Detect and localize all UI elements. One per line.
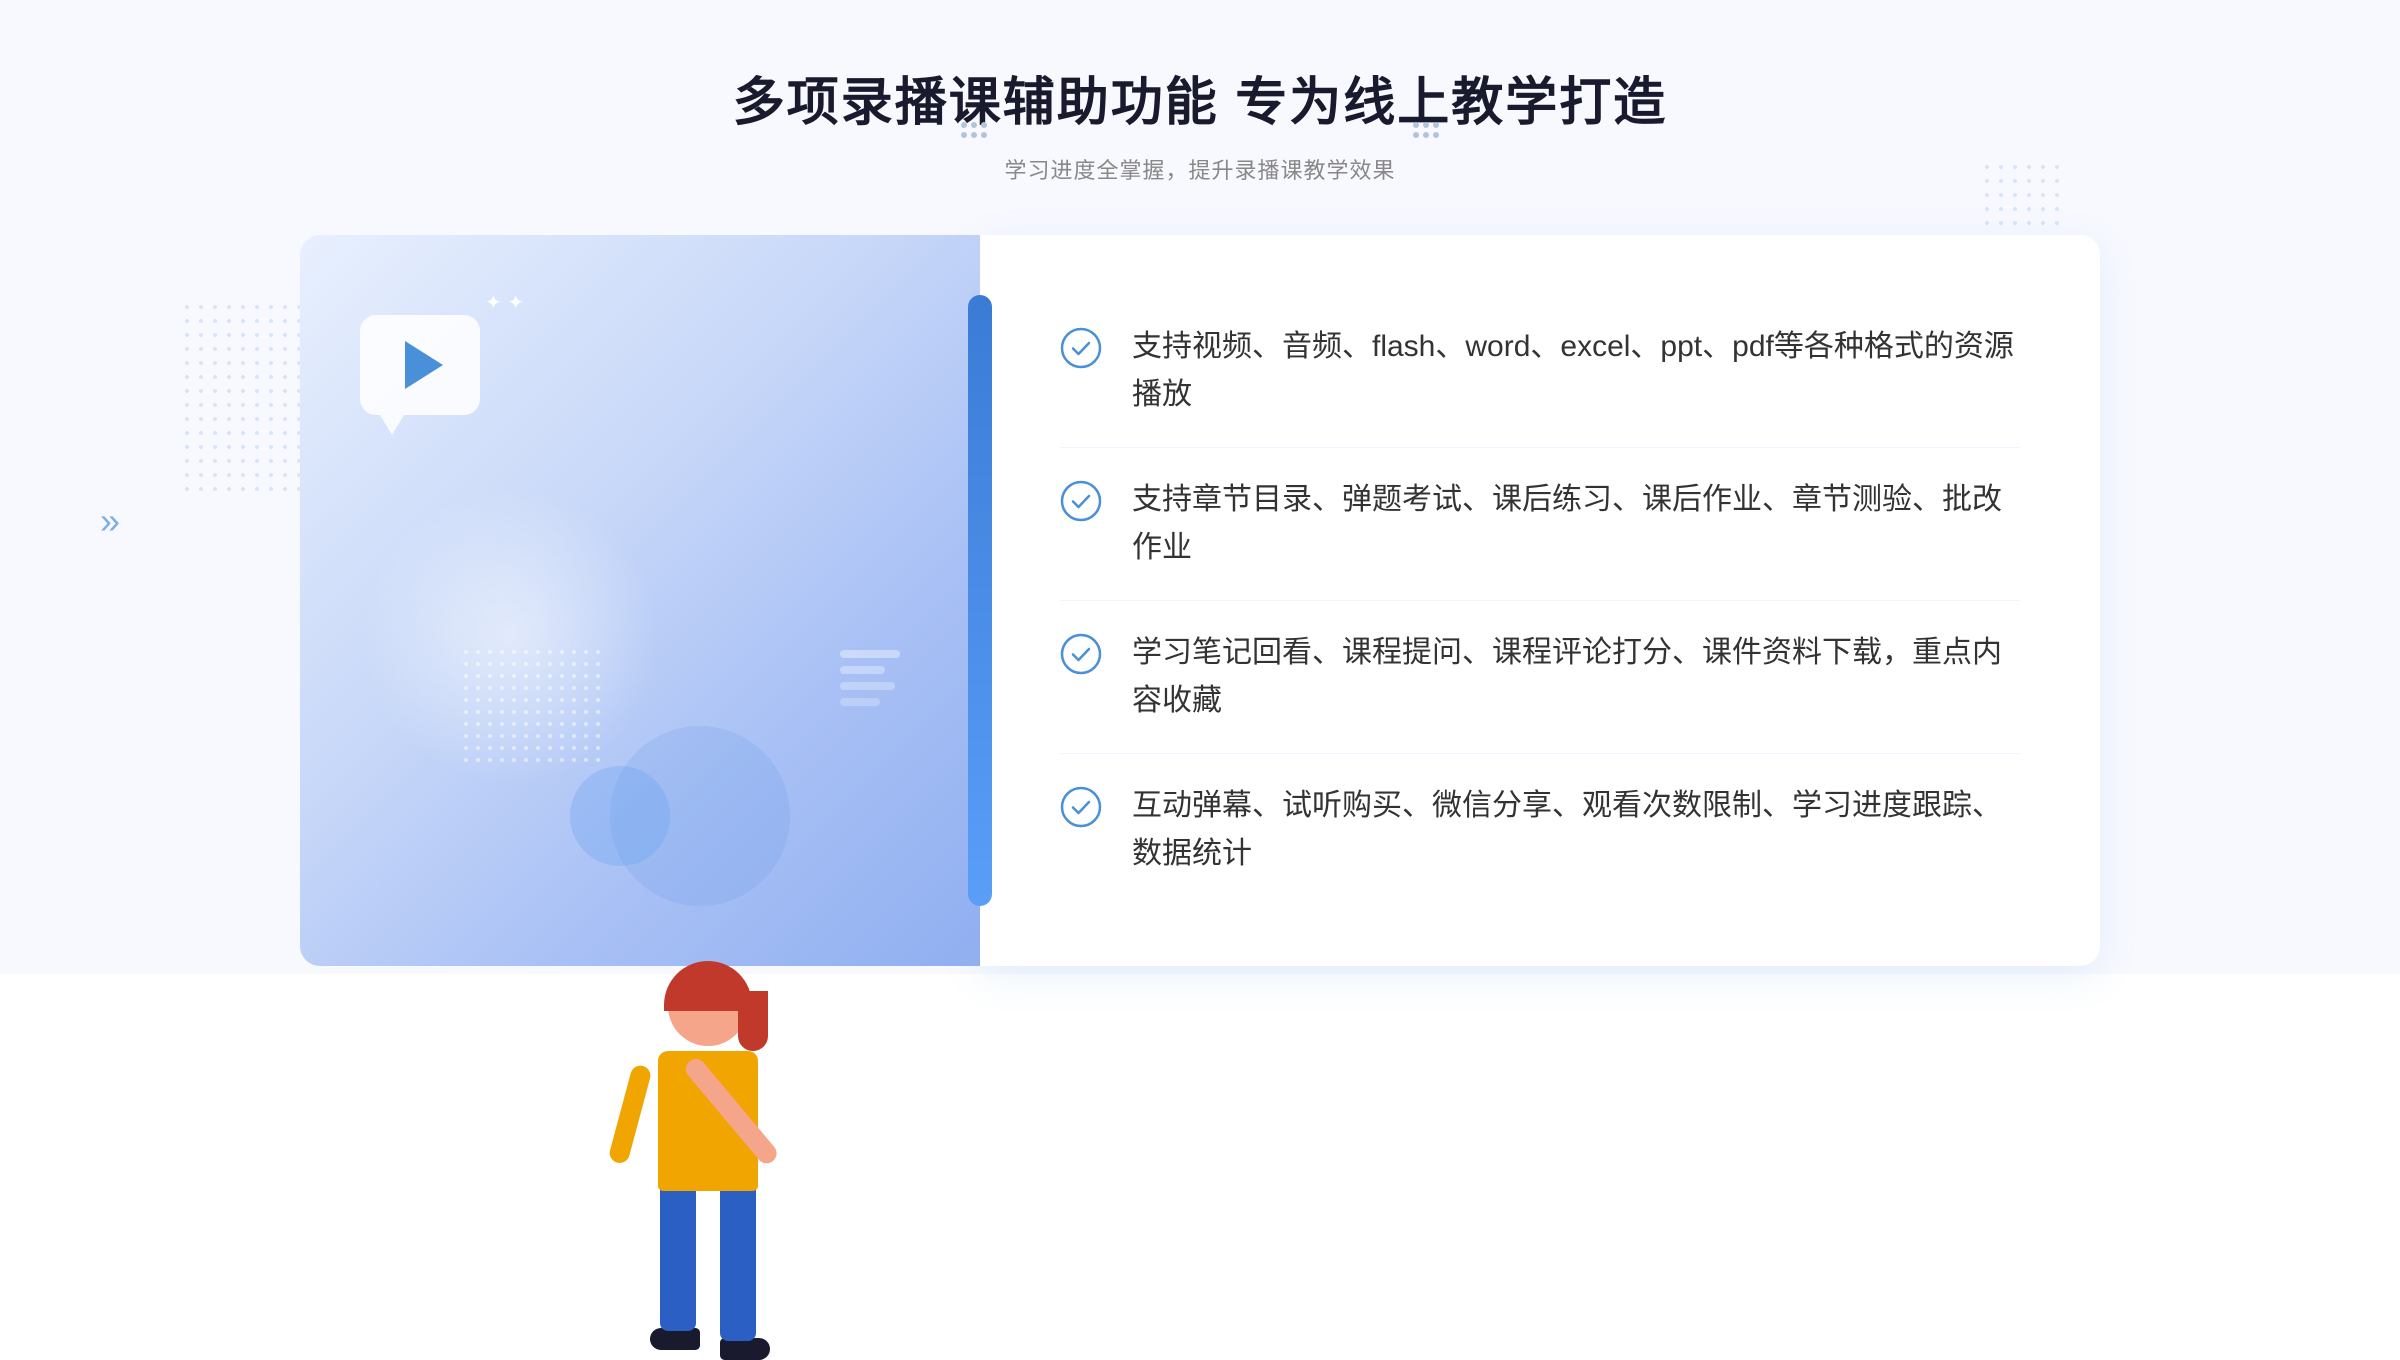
feature-item-3: 学习笔记回看、课程提问、课程评论打分、课件资料下载，重点内容收藏 bbox=[1060, 601, 2020, 754]
leg-right bbox=[720, 1181, 756, 1341]
check-icon-3 bbox=[1060, 633, 1102, 675]
page-container: » 多项录播课辅助功能 专为线上教学打造 学习进度全掌握，提升录播课教学效果 bbox=[0, 0, 2400, 974]
leg-left bbox=[660, 1181, 696, 1331]
info-card: 支持视频、音频、flash、word、excel、ppt、pdf等各种格式的资源… bbox=[980, 235, 2100, 966]
arm-left bbox=[607, 1063, 652, 1165]
header-section: 多项录播课辅助功能 专为线上教学打造 学习进度全掌握，提升录播课教学效果 bbox=[733, 60, 1667, 185]
dot-grid-right bbox=[961, 122, 987, 138]
content-area: ✦ ✦ bbox=[300, 235, 2100, 966]
feature-text-1: 支持视频、音频、flash、word、excel、ppt、pdf等各种格式的资源… bbox=[1132, 323, 2020, 419]
dot-grid-left bbox=[1413, 122, 1439, 138]
accent-bar bbox=[968, 295, 992, 906]
page-title: 多项录播课辅助功能 专为线上教学打造 bbox=[733, 60, 1667, 135]
feature-text-3: 学习笔记回看、课程提问、课程评论打分、课件资料下载，重点内容收藏 bbox=[1132, 629, 2020, 725]
feature-text-2: 支持章节目录、弹题考试、课后练习、课后作业、章节测验、批改作业 bbox=[1132, 476, 2020, 572]
feature-item-1: 支持视频、音频、flash、word、excel、ppt、pdf等各种格式的资源… bbox=[1060, 295, 2020, 448]
deco-stripes bbox=[840, 650, 900, 706]
bg-dots-left bbox=[180, 300, 300, 500]
check-icon-2 bbox=[1060, 480, 1102, 522]
shoe-left bbox=[650, 1328, 700, 1350]
illustration-card: ✦ ✦ bbox=[300, 235, 980, 966]
check-icon-4 bbox=[1060, 786, 1102, 828]
feature-item-2: 支持章节目录、弹题考试、课后练习、课后作业、章节测验、批改作业 bbox=[1060, 448, 2020, 601]
play-bubble bbox=[360, 315, 480, 415]
feature-item-4: 互动弹幕、试听购买、微信分享、观看次数限制、学习进度跟踪、数据统计 bbox=[1060, 754, 2020, 906]
left-chevron-decoration: » bbox=[100, 500, 112, 542]
play-icon bbox=[405, 341, 443, 389]
feature-text-4: 互动弹幕、试听购买、微信分享、观看次数限制、学习进度跟踪、数据统计 bbox=[1132, 782, 2020, 878]
deco-dots-illustration bbox=[460, 646, 600, 766]
hair bbox=[664, 961, 752, 1011]
title-dots-right bbox=[961, 122, 987, 138]
check-icon-1 bbox=[1060, 327, 1102, 369]
page-subtitle: 学习进度全掌握，提升录播课教学效果 bbox=[733, 153, 1667, 185]
title-dots-left bbox=[1413, 122, 1439, 138]
shoe-right bbox=[720, 1338, 770, 1360]
star-decoration: ✦ ✦ bbox=[485, 290, 524, 315]
